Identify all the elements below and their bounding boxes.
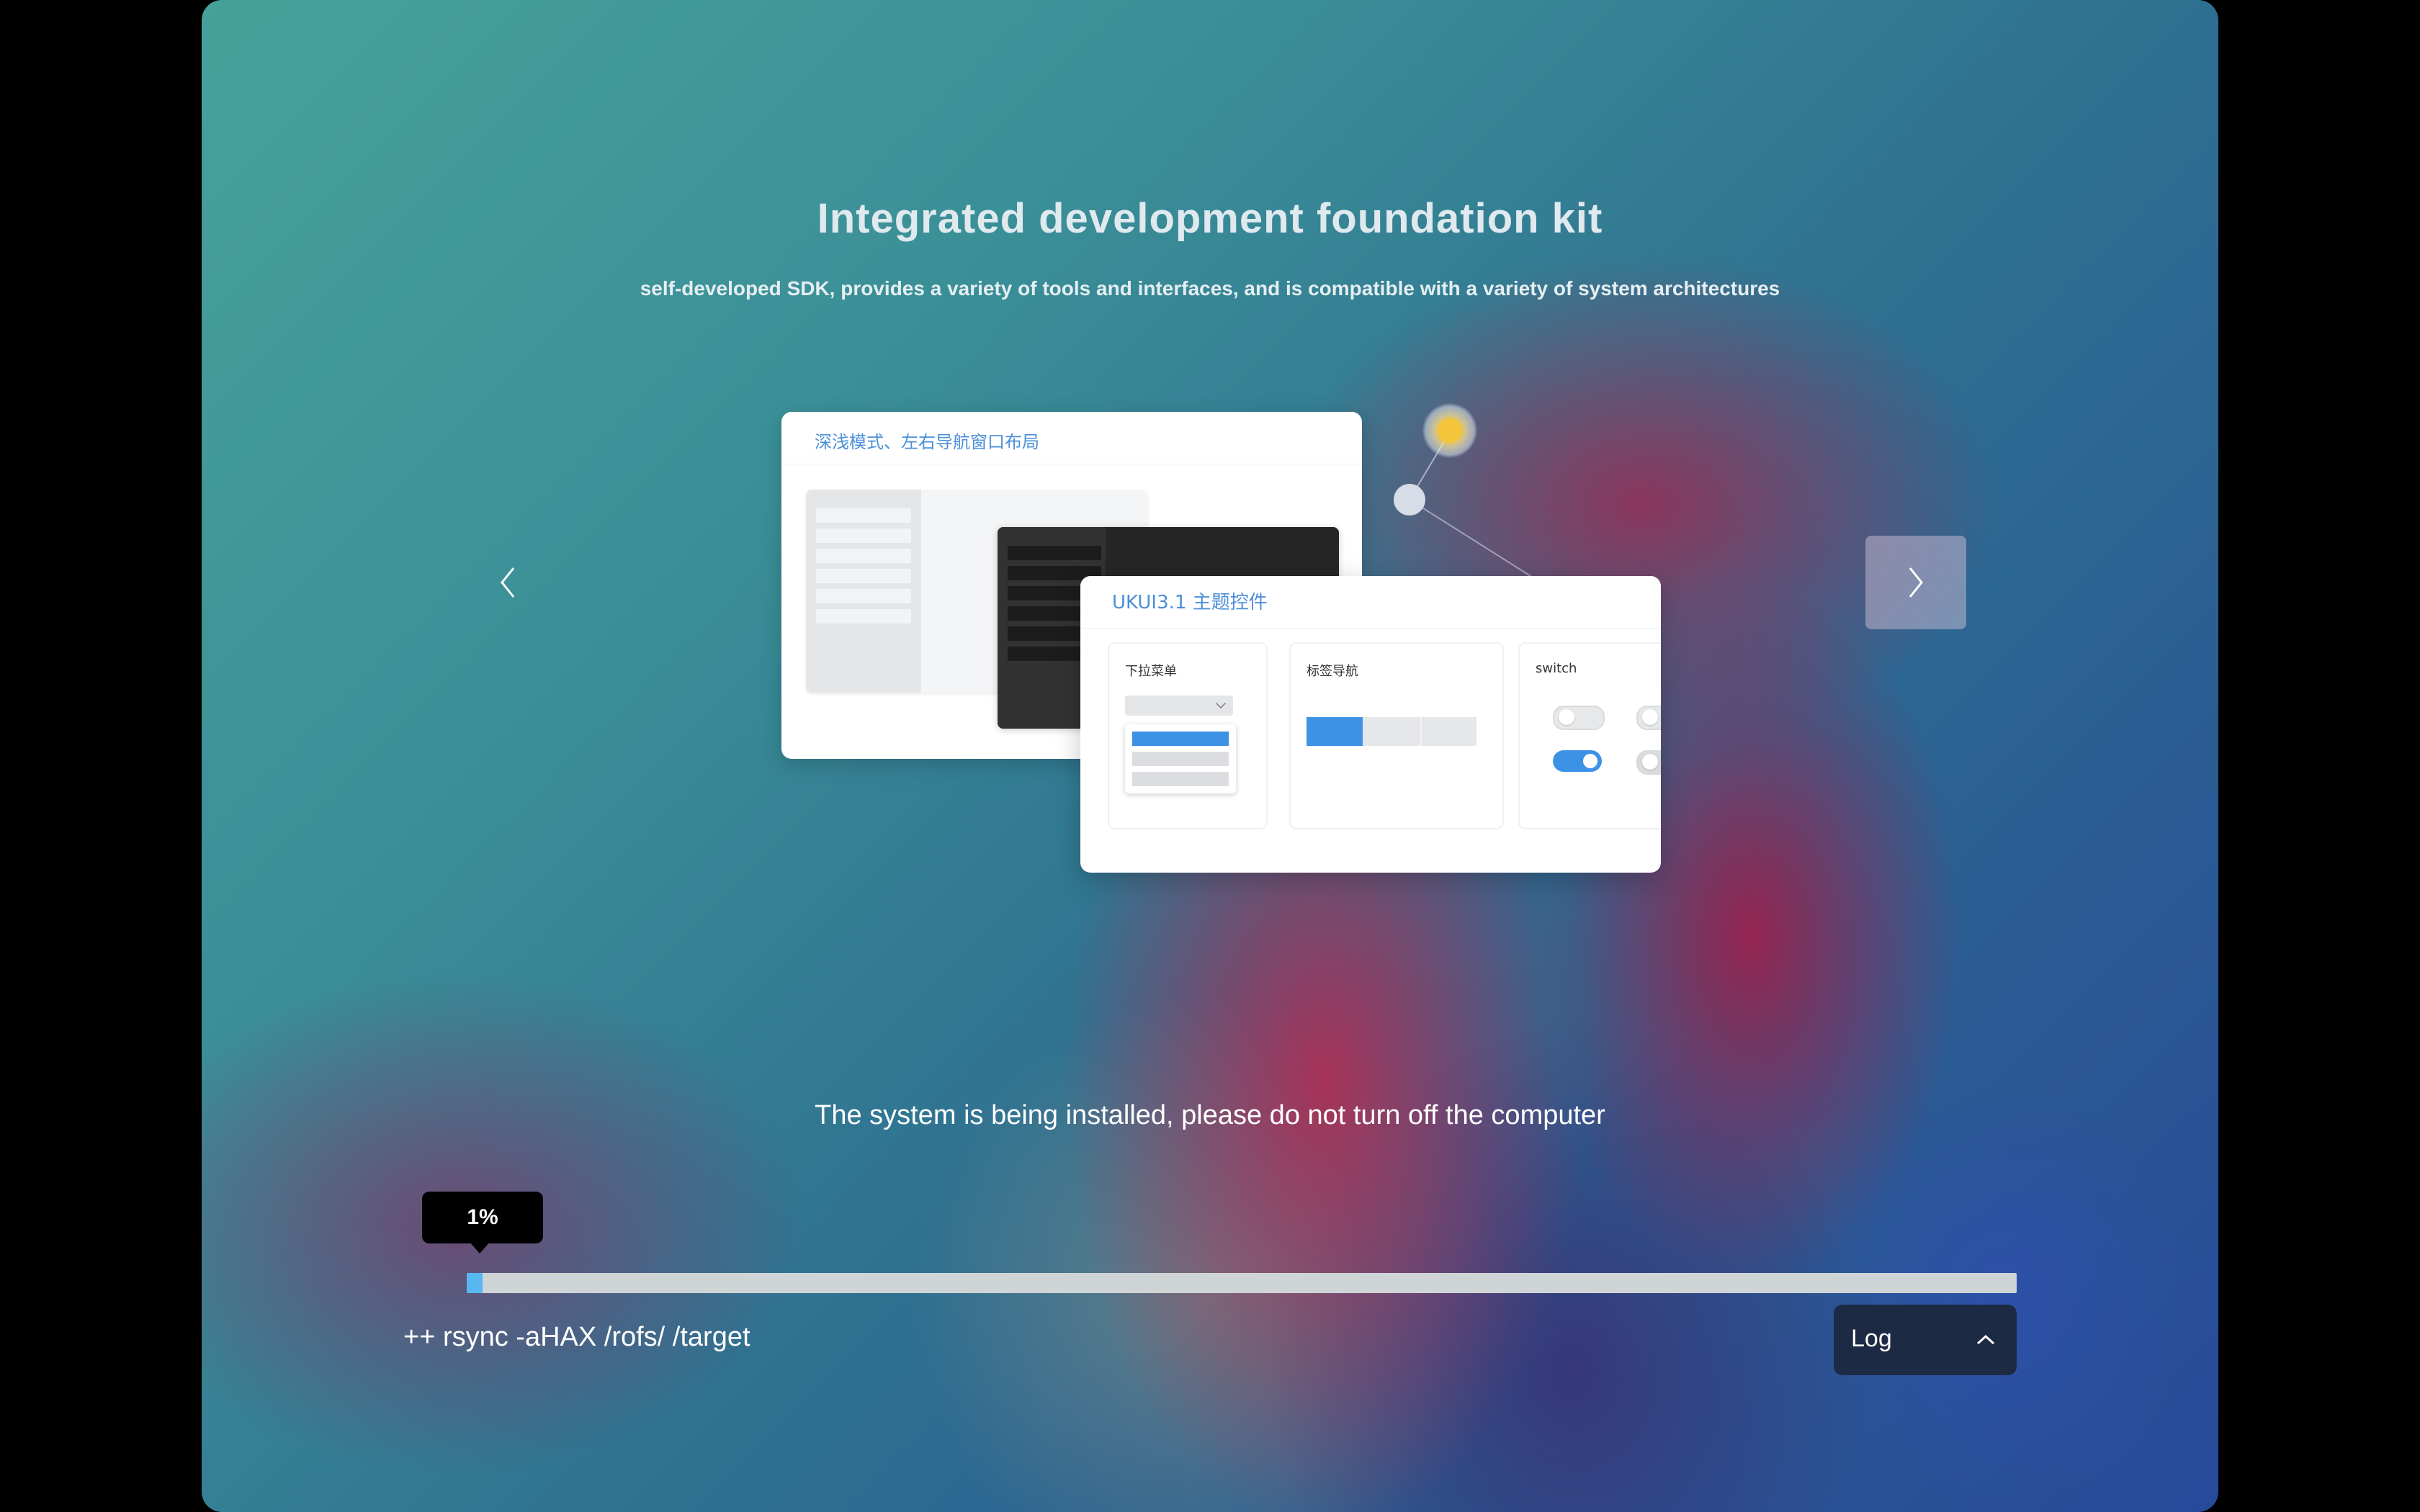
- moon-icon: [1394, 484, 1425, 516]
- switch-off-demo: [1636, 706, 1661, 730]
- slide-illustration: 深浅模式、左右导航窗口布局 UKUI3.1 主题控件 下拉菜单 标签导航 swi…: [781, 403, 1732, 893]
- dropdown-demo-label: 下拉菜单: [1125, 664, 1177, 679]
- progress-percent-tooltip: 1%: [422, 1192, 543, 1254]
- chevron-right-icon: [1909, 567, 1923, 598]
- tabnav-demo-bar: [1307, 717, 1476, 746]
- card-divider: [1080, 628, 1661, 629]
- installer-window: Integrated development foundation kit se…: [202, 0, 2218, 1512]
- next-slide-button[interactable]: [1865, 536, 1966, 629]
- install-progress-bar: [467, 1273, 2017, 1293]
- slide-subtitle: self-developed SDK, provides a variety o…: [640, 277, 1780, 300]
- install-progress-fill: [467, 1273, 483, 1293]
- chevron-down-icon: [1216, 698, 1226, 708]
- install-status-text: The system is being installed, please do…: [815, 1100, 1605, 1130]
- previous-slide-button[interactable]: [457, 536, 558, 629]
- theme-card-title: UKUI3.1 主题控件: [1112, 592, 1268, 613]
- sun-icon: [1422, 403, 1477, 458]
- log-button-label: Log: [1851, 1325, 1892, 1352]
- switch-demo-label: switch: [1536, 661, 1577, 676]
- switch-on-demo: [1553, 750, 1602, 772]
- switch-demo-panel: switch: [1518, 642, 1661, 829]
- install-log-line: ++ rsync -aHAX /rofs/ /target: [403, 1322, 750, 1352]
- chevron-left-icon: [501, 567, 515, 598]
- tabnav-demo-label: 标签导航: [1307, 664, 1358, 679]
- dropdown-demo-list: [1125, 724, 1236, 793]
- chevron-up-icon: [1976, 1334, 1995, 1345]
- slide-title: Integrated development foundation kit: [817, 195, 1603, 242]
- dropdown-demo-panel: 下拉菜单: [1108, 642, 1268, 829]
- log-toggle-button[interactable]: Log: [1834, 1305, 2017, 1375]
- switch-disabled-demo: [1636, 750, 1661, 775]
- tabnav-demo-panel: 标签导航: [1289, 642, 1504, 829]
- layout-card-title: 深浅模式、左右导航窗口布局: [815, 432, 1039, 452]
- theme-controls-card: UKUI3.1 主题控件 下拉菜单 标签导航 switch: [1080, 576, 1661, 873]
- switch-off-demo: [1553, 706, 1605, 730]
- dropdown-demo-select: [1125, 696, 1233, 716]
